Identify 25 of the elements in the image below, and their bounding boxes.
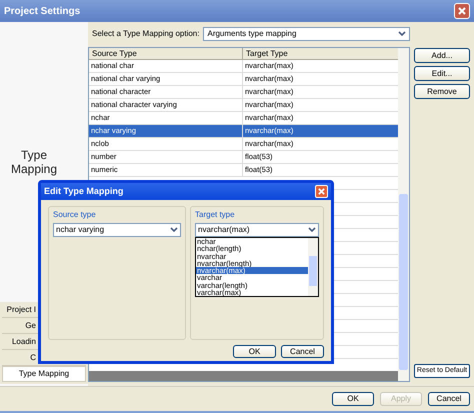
dialog-button[interactable]: Cancel (281, 345, 324, 358)
footer-button[interactable]: OK (332, 392, 374, 406)
footer-button[interactable]: Cancel (428, 392, 470, 406)
side-button[interactable]: Remove (414, 84, 470, 99)
side-button[interactable]: Edit... (414, 66, 470, 81)
close-icon (458, 7, 466, 15)
sidebar-tab[interactable]: Type Mapping (2, 366, 86, 382)
close-icon (318, 188, 325, 195)
target-type-dropdown[interactable]: nvarchar(max) (195, 223, 319, 237)
column-header[interactable]: Target Type (243, 48, 398, 59)
group-label: Target type (195, 209, 236, 221)
dialog-button[interactable]: OK (233, 345, 276, 358)
window-title: Project Settings (4, 4, 80, 18)
side-button[interactable]: Add... (414, 48, 470, 63)
option-label: Select a Type Mapping option: (92, 28, 200, 40)
column-header[interactable]: Source Type (89, 48, 243, 59)
dialog-title: Edit Type Mapping (44, 184, 124, 198)
section-heading: Type Mapping (10, 148, 58, 176)
source-type-dropdown[interactable]: nchar varying (53, 223, 181, 237)
dialog-close-button[interactable] (315, 185, 328, 198)
group-label: Source type (53, 209, 97, 221)
mapping-option-dropdown[interactable]: Arguments type mapping (203, 27, 410, 41)
scrollbar[interactable] (398, 48, 409, 381)
list-scrollbar[interactable] (308, 238, 318, 296)
close-button[interactable] (454, 3, 470, 19)
